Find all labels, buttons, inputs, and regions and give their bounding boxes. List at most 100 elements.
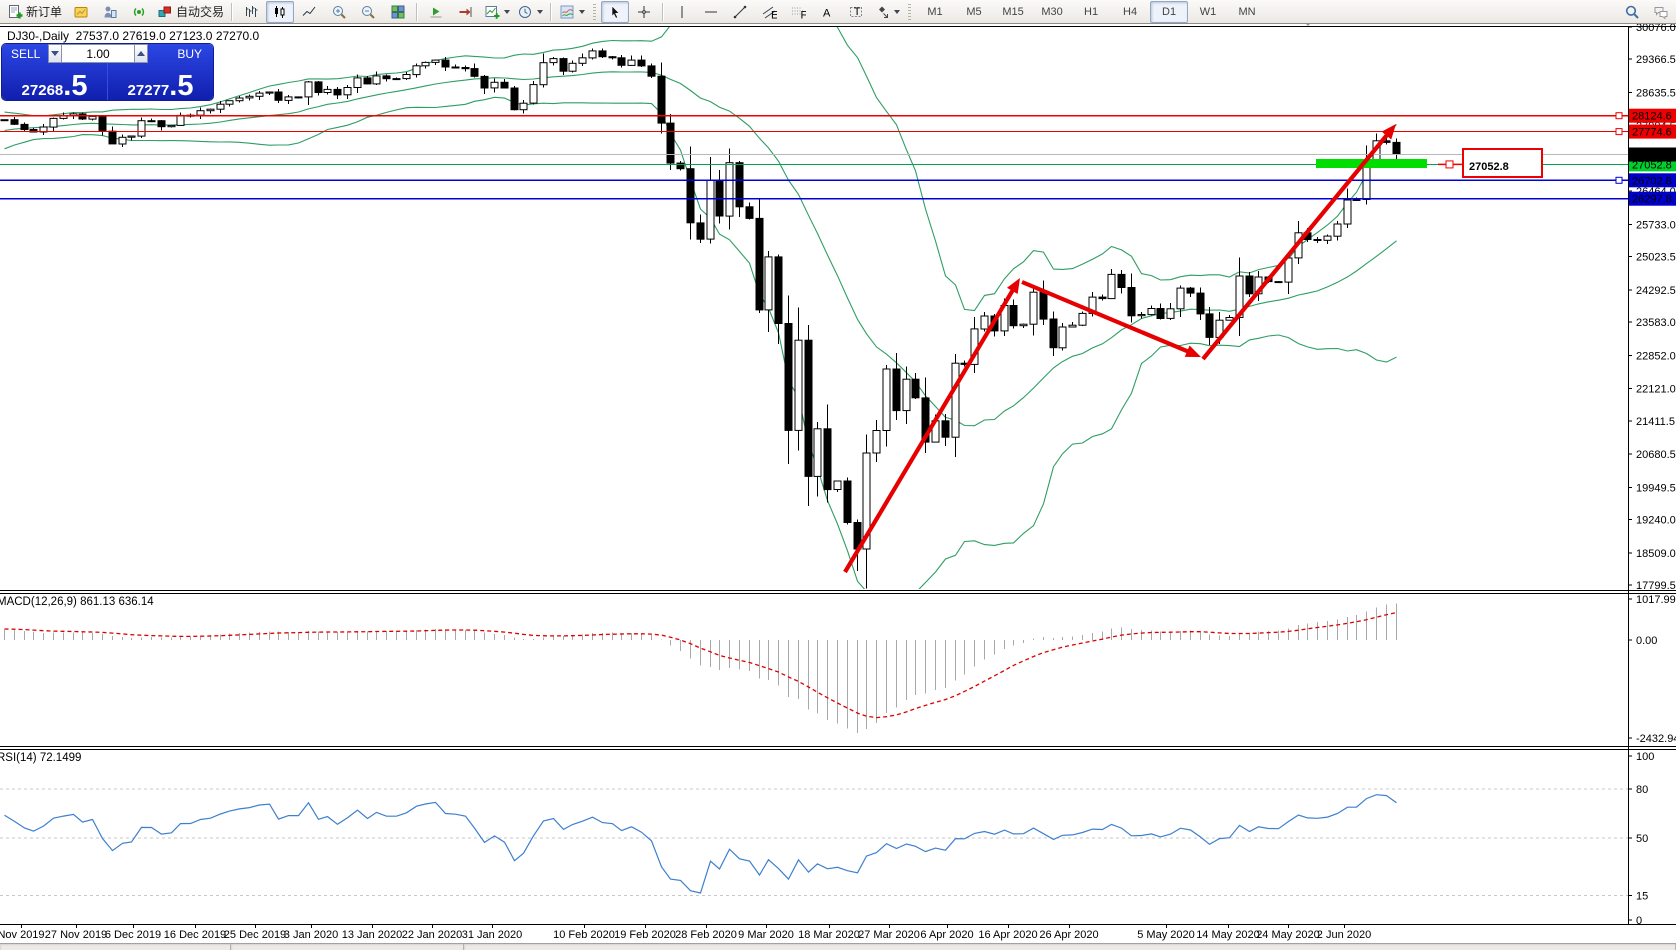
cursor-button[interactable] bbox=[601, 1, 629, 23]
line-handle[interactable] bbox=[1616, 113, 1622, 119]
svg-text:1017.99: 1017.99 bbox=[1636, 594, 1676, 606]
candlestick-chart-button[interactable] bbox=[266, 1, 294, 23]
toolbar-grip[interactable] bbox=[908, 4, 911, 20]
svg-text:17799.5: 17799.5 bbox=[1636, 580, 1676, 592]
svg-text:0: 0 bbox=[1636, 915, 1642, 927]
horizontal-line-objects[interactable] bbox=[0, 113, 1628, 199]
objects-list-button[interactable] bbox=[556, 1, 588, 23]
label-button[interactable]: T bbox=[842, 1, 870, 23]
line-handle[interactable] bbox=[1616, 129, 1622, 135]
chat-icon bbox=[1653, 4, 1669, 20]
svg-text:2 Jun 2020: 2 Jun 2020 bbox=[1317, 929, 1371, 941]
svg-text:28 Feb 2020: 28 Feb 2020 bbox=[675, 929, 737, 941]
tile-windows-icon bbox=[390, 4, 406, 20]
vertical-line-button[interactable] bbox=[668, 1, 696, 23]
dropdown-arrow-icon[interactable] bbox=[504, 10, 510, 14]
crosshair-button[interactable] bbox=[630, 1, 658, 23]
svg-text:27 Mar 2020: 27 Mar 2020 bbox=[858, 929, 920, 941]
svg-text:F: F bbox=[801, 9, 807, 20]
toolbar-grip[interactable] bbox=[593, 4, 596, 20]
timeframe-button-d1[interactable]: D1 bbox=[1150, 1, 1188, 23]
date-axis[interactable]: Nov 201927 Nov 20196 Dec 201916 Dec 2019… bbox=[0, 924, 1371, 941]
line-handle[interactable] bbox=[1616, 177, 1622, 183]
chart-canvas[interactable]: 27052.8 30076.029366.528635.527904.527175… bbox=[0, 0, 1676, 950]
price-axis[interactable]: 30076.029366.528635.527904.527175.026464… bbox=[1628, 22, 1676, 927]
toolbar-separator bbox=[662, 3, 664, 21]
signals-button[interactable] bbox=[125, 1, 153, 23]
svg-text:21411.5: 21411.5 bbox=[1636, 416, 1675, 428]
timeframe-button-m15[interactable]: M15 bbox=[994, 1, 1032, 23]
arrows-button[interactable] bbox=[871, 1, 903, 23]
zoom-out-icon bbox=[360, 4, 376, 20]
auto-scroll-button[interactable] bbox=[422, 1, 450, 23]
candlesticks[interactable] bbox=[1, 49, 1400, 589]
bar-chart-button[interactable] bbox=[237, 1, 265, 23]
fibonacci-button[interactable]: F bbox=[784, 1, 812, 23]
crosshair-icon bbox=[636, 4, 652, 20]
zoom-in-icon bbox=[331, 4, 347, 20]
svg-text:26 Apr 2020: 26 Apr 2020 bbox=[1039, 929, 1098, 941]
svg-text:27270.0: 27270.0 bbox=[1632, 150, 1672, 162]
market-watch-icon bbox=[102, 4, 118, 20]
svg-text:23583.0: 23583.0 bbox=[1636, 317, 1676, 329]
horizontal-line-button[interactable] bbox=[697, 1, 725, 23]
svg-text:22 Jan 2020: 22 Jan 2020 bbox=[402, 929, 463, 941]
toolbar-group: 自动交易 bbox=[67, 1, 227, 23]
new-order-button[interactable]: 新订单 bbox=[4, 1, 65, 23]
trend-arrow-line[interactable] bbox=[845, 287, 1014, 572]
timeframe-button-m5[interactable]: M5 bbox=[955, 1, 993, 23]
timeframe-button-m30[interactable]: M30 bbox=[1033, 1, 1071, 23]
text-button[interactable]: A bbox=[813, 1, 841, 23]
timeframe-button-mn[interactable]: MN bbox=[1228, 1, 1266, 23]
auto-scroll-icon bbox=[428, 4, 444, 20]
svg-text:25 Dec 2019: 25 Dec 2019 bbox=[224, 929, 286, 941]
timeframe-button-w1[interactable]: W1 bbox=[1189, 1, 1227, 23]
svg-text:19949.5: 19949.5 bbox=[1636, 482, 1676, 494]
zoom-out-button[interactable] bbox=[354, 1, 382, 23]
profiles-button[interactable] bbox=[67, 1, 95, 23]
dropdown-arrow-icon[interactable] bbox=[894, 10, 900, 14]
volume-increase-button[interactable] bbox=[134, 44, 148, 63]
dropdown-arrow-icon[interactable] bbox=[537, 10, 543, 14]
search-button[interactable] bbox=[1618, 1, 1646, 23]
svg-text:24292.5: 24292.5 bbox=[1636, 285, 1676, 297]
svg-text:0.00: 0.00 bbox=[1636, 635, 1657, 647]
buy-label: BUY bbox=[177, 47, 202, 61]
chat-button[interactable] bbox=[1647, 1, 1675, 23]
periods-button[interactable] bbox=[514, 1, 546, 23]
toolbar-group: M1M5M15M30H1H4D1W1MN bbox=[916, 1, 1266, 23]
market-watch-button[interactable] bbox=[96, 1, 124, 23]
macd-histogram bbox=[5, 604, 1397, 734]
zoom-in-button[interactable] bbox=[325, 1, 353, 23]
svg-text:28635.5: 28635.5 bbox=[1636, 88, 1676, 100]
cursor-icon bbox=[607, 4, 623, 20]
svg-text:100: 100 bbox=[1636, 751, 1654, 763]
trend-arrow-head bbox=[1185, 345, 1201, 357]
tile-windows-button[interactable] bbox=[384, 1, 412, 23]
timeframe-button-m1[interactable]: M1 bbox=[916, 1, 954, 23]
timeframe-button-h1[interactable]: H1 bbox=[1072, 1, 1110, 23]
green-highlight-bar[interactable] bbox=[1316, 159, 1427, 168]
indicators-button[interactable] bbox=[481, 1, 513, 23]
svg-text:27 Nov 2019: 27 Nov 2019 bbox=[45, 929, 107, 941]
dropdown-arrow-icon[interactable] bbox=[579, 10, 585, 14]
callout-handle[interactable] bbox=[1446, 161, 1453, 168]
chart-annotations[interactable]: 27052.8 bbox=[845, 124, 1542, 572]
svg-text:E: E bbox=[771, 9, 777, 20]
chart-shift-button[interactable] bbox=[451, 1, 479, 23]
volume-decrease-button[interactable] bbox=[48, 44, 62, 63]
chart-title: DJ30-,Daily 27537.0 27619.0 27123.0 2727… bbox=[7, 29, 259, 43]
svg-text:27774.6: 27774.6 bbox=[1632, 127, 1672, 139]
line-chart-button[interactable] bbox=[295, 1, 323, 23]
trend-arrow-line[interactable] bbox=[1203, 133, 1389, 359]
fibo-f-icon: F bbox=[790, 4, 806, 20]
equidistant-channel-button[interactable]: E bbox=[755, 1, 783, 23]
svg-text:15: 15 bbox=[1636, 890, 1648, 902]
timeframe-button-h4[interactable]: H4 bbox=[1111, 1, 1149, 23]
volume-input[interactable] bbox=[62, 44, 134, 63]
autotrading-button[interactable]: 自动交易 bbox=[154, 1, 227, 23]
chart-bars-icon bbox=[243, 4, 259, 20]
toolbar-separator bbox=[231, 3, 233, 21]
rsi-indicator-label: RSI(14) 72.1499 bbox=[0, 752, 81, 764]
trendline-button[interactable] bbox=[726, 1, 754, 23]
